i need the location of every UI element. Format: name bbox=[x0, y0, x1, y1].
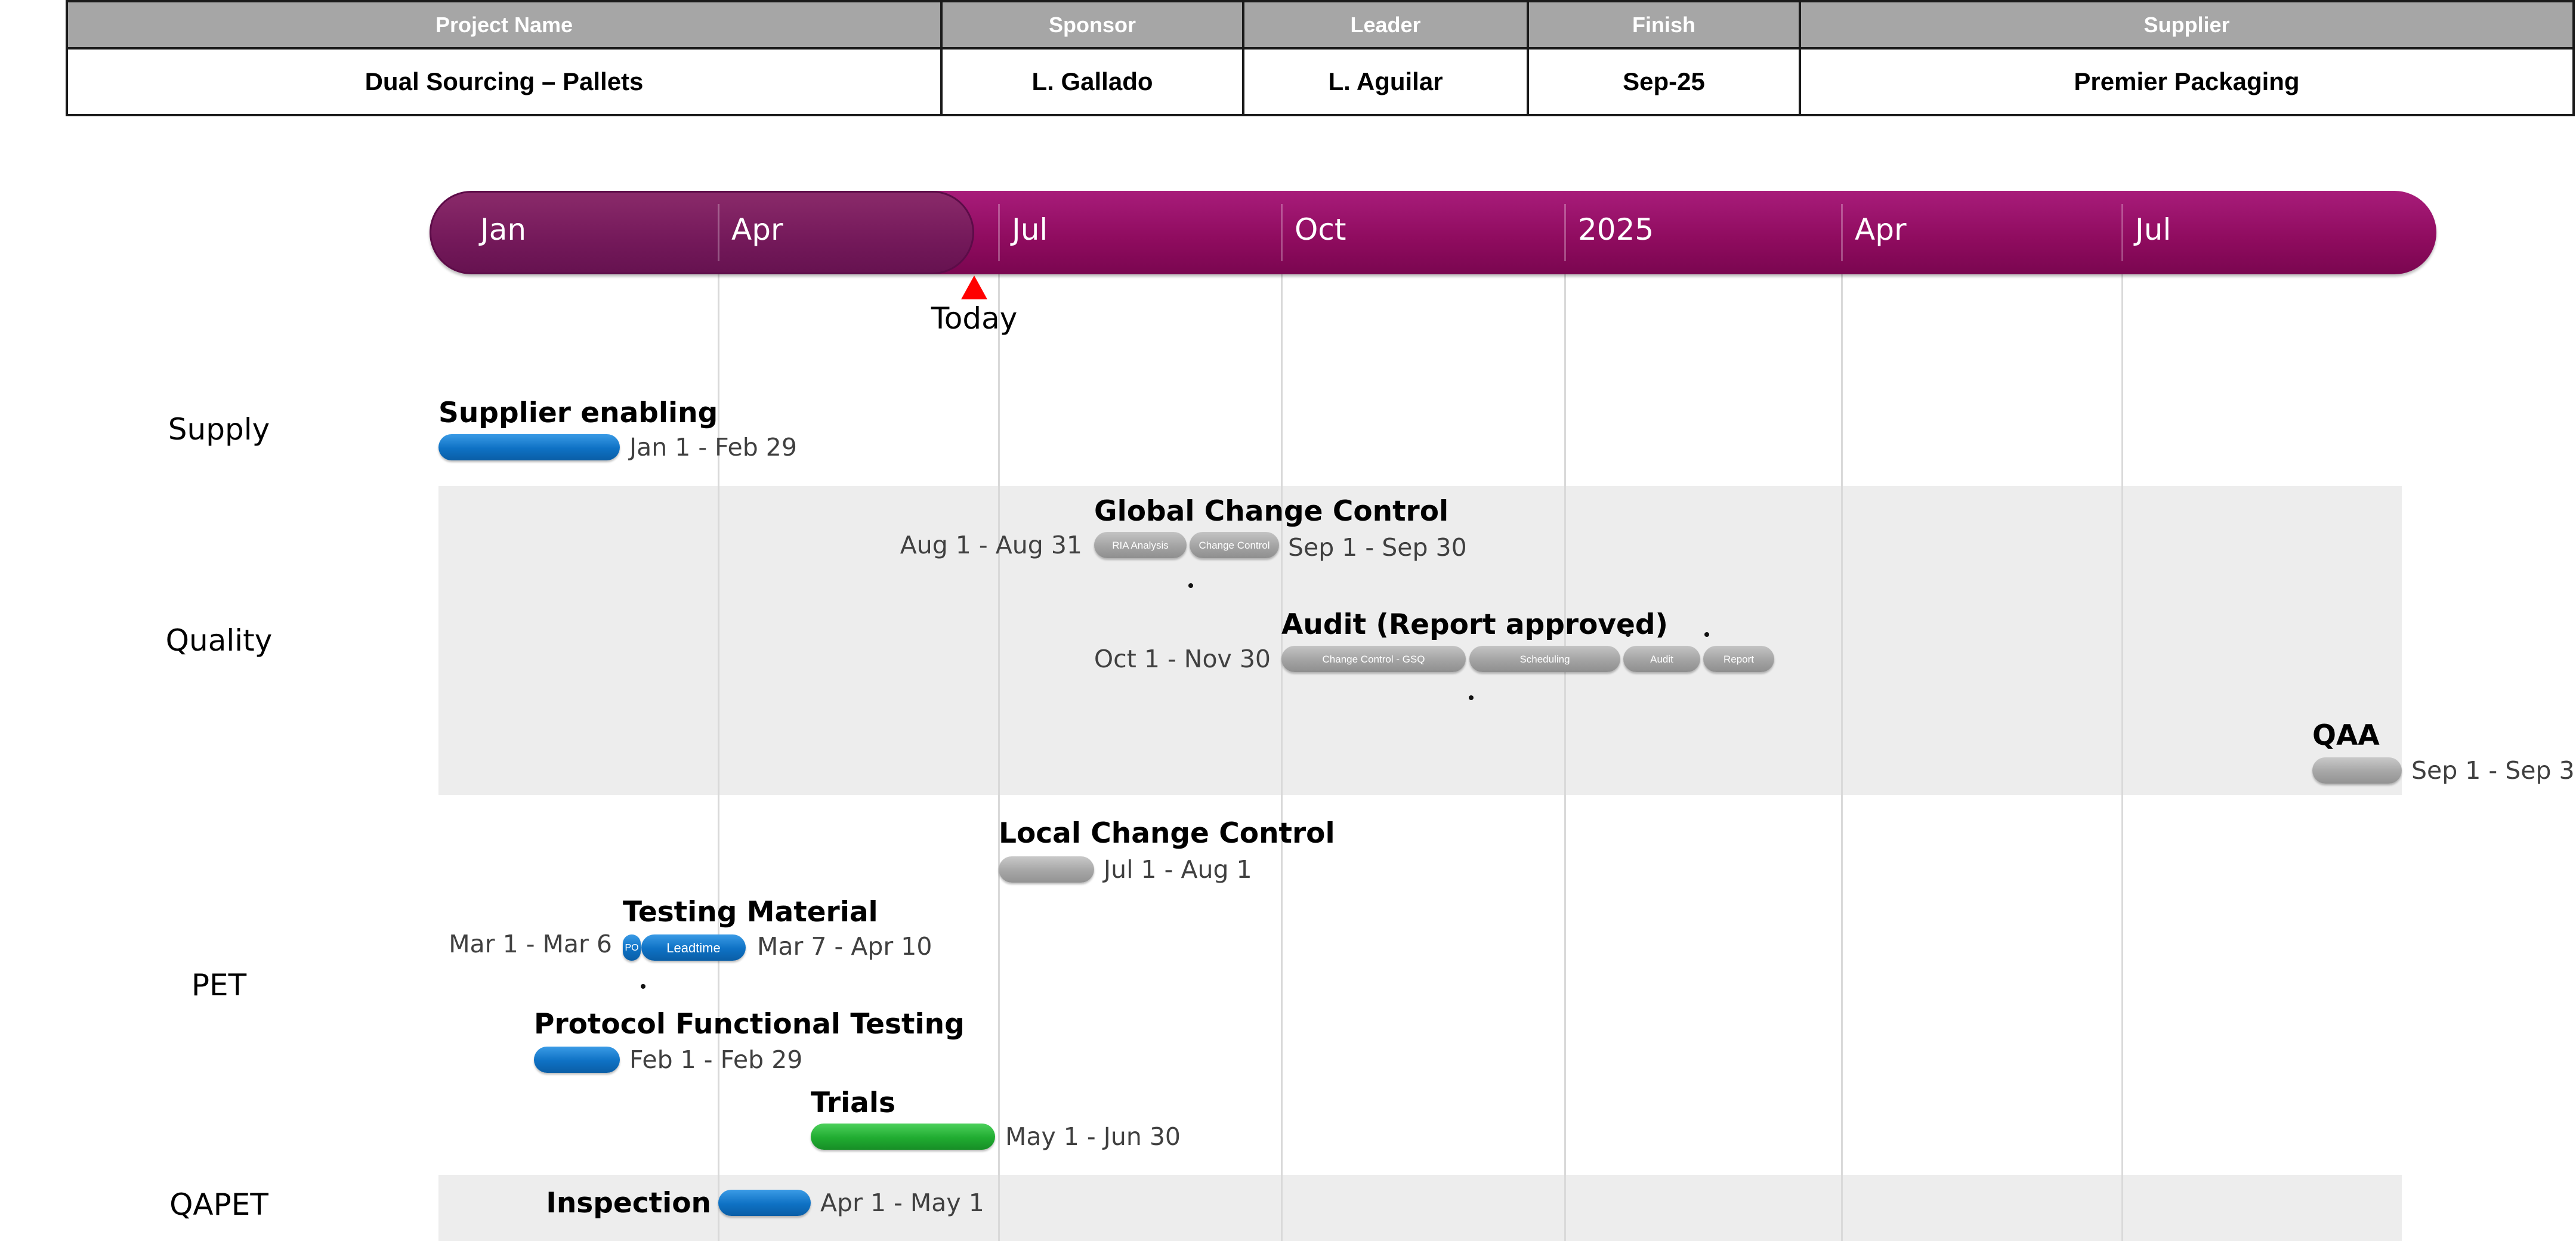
task-date-label: Apr 1 - May 1 bbox=[820, 1189, 984, 1217]
task-date-label: Feb 1 - Feb 29 bbox=[629, 1045, 803, 1074]
timescale-label: Oct bbox=[1295, 212, 1346, 247]
row-label-supply: Supply bbox=[168, 412, 270, 447]
value-leader: L. Aguilar bbox=[1242, 47, 1529, 116]
subtask-bar[interactable]: Audit bbox=[1623, 646, 1700, 672]
dependency-dot bbox=[1626, 632, 1630, 637]
task-date-label: Jul 1 - Aug 1 bbox=[1104, 855, 1252, 884]
gridline bbox=[1564, 262, 1566, 1241]
task-title: Local Change Control bbox=[999, 817, 1335, 850]
dependency-dot bbox=[1188, 583, 1193, 588]
row-label-quality: Quality bbox=[165, 623, 273, 658]
task-title: Testing Material bbox=[623, 896, 878, 929]
value-sponsor: L. Gallado bbox=[940, 47, 1244, 116]
task-date-label: May 1 - Jun 30 bbox=[1005, 1122, 1181, 1151]
task-bar[interactable] bbox=[811, 1124, 995, 1150]
task-bar[interactable] bbox=[438, 434, 620, 460]
timescale-separator bbox=[2121, 204, 2123, 261]
task-date-label: Sep 1 - Sep 30 bbox=[2411, 756, 2576, 785]
today-marker-icon bbox=[961, 276, 987, 299]
subtask-bar[interactable]: PO bbox=[623, 934, 641, 961]
header-leader: Leader bbox=[1242, 0, 1529, 49]
task-title: Inspection bbox=[546, 1187, 711, 1220]
task-date-label: Aug 1 - Aug 31 bbox=[900, 531, 1082, 559]
subtask-bar[interactable]: Report bbox=[1703, 646, 1774, 672]
project-info-table: Project Name Sponsor Leader Finish Suppl… bbox=[66, 0, 2575, 116]
value-finish: Sep-25 bbox=[1527, 47, 1801, 116]
task-title: QAA bbox=[2312, 719, 2380, 752]
timescale-label: 2025 bbox=[1578, 212, 1654, 247]
roadmap-canvas: Project Name Sponsor Leader Finish Suppl… bbox=[0, 0, 2576, 1241]
today-label: Today bbox=[931, 301, 1018, 336]
value-project-name: Dual Sourcing – Pallets bbox=[66, 47, 943, 116]
task-bar[interactable] bbox=[718, 1190, 811, 1216]
task-bar[interactable] bbox=[534, 1047, 620, 1073]
gridline bbox=[1841, 262, 1843, 1241]
gridline bbox=[998, 262, 1000, 1241]
task-title: Protocol Functional Testing bbox=[534, 1008, 965, 1041]
timescale-label: Jan bbox=[480, 212, 527, 247]
row-label-qapet: QAPET bbox=[169, 1187, 268, 1222]
dependency-dot bbox=[1469, 695, 1474, 700]
subtask-bar[interactable]: Change Control bbox=[1190, 532, 1279, 558]
header-finish: Finish bbox=[1527, 0, 1801, 49]
header-supplier: Supplier bbox=[1799, 0, 2575, 49]
gridline bbox=[718, 262, 719, 1241]
task-bar[interactable] bbox=[999, 856, 1094, 883]
header-project-name: Project Name bbox=[66, 0, 943, 49]
timescale-label: Jul bbox=[2135, 212, 2172, 247]
project-value-row: Dual Sourcing – Pallets L. Gallado L. Ag… bbox=[66, 47, 2575, 116]
subtask-bar[interactable]: Scheduling bbox=[1469, 646, 1620, 672]
project-header-row: Project Name Sponsor Leader Finish Suppl… bbox=[66, 0, 2575, 49]
task-date-label: Mar 7 - Apr 10 bbox=[757, 932, 932, 961]
timescale-bar: Jan Apr Jul Oct 2025 Apr Jul bbox=[430, 191, 2436, 274]
task-date-label: Sep 1 - Sep 30 bbox=[1288, 533, 1467, 562]
task-bar[interactable] bbox=[2312, 757, 2402, 784]
task-date-label: Jan 1 - Feb 29 bbox=[629, 433, 797, 462]
subtask-bar[interactable]: Leadtime bbox=[641, 934, 746, 961]
task-date-label: Oct 1 - Nov 30 bbox=[1094, 645, 1271, 673]
timescale-separator bbox=[998, 204, 1000, 261]
dependency-dot bbox=[1704, 632, 1709, 637]
task-title: Supplier enabling bbox=[438, 397, 718, 429]
value-supplier: Premier Packaging bbox=[1799, 47, 2575, 116]
timescale-label: Apr bbox=[1855, 212, 1907, 247]
timescale-separator bbox=[1564, 204, 1566, 261]
timescale-separator bbox=[1841, 204, 1843, 261]
gridline bbox=[2121, 262, 2123, 1241]
timescale-label: Jul bbox=[1012, 212, 1048, 247]
task-date-label: Mar 1 - Mar 6 bbox=[449, 930, 612, 958]
dependency-dot bbox=[641, 984, 645, 989]
timescale-label: Apr bbox=[731, 212, 783, 247]
header-sponsor: Sponsor bbox=[940, 0, 1244, 49]
timescale-separator bbox=[1281, 204, 1283, 261]
row-label-pet: PET bbox=[191, 968, 247, 1002]
timescale-separator bbox=[718, 204, 719, 261]
subtask-bar[interactable]: Change Control - GSQ bbox=[1281, 646, 1466, 672]
task-title: Audit (Report approved) bbox=[1281, 608, 1669, 641]
subtask-bar[interactable]: RIA Analysis bbox=[1094, 532, 1187, 558]
gridline bbox=[1281, 262, 1283, 1241]
task-title: Global Change Control bbox=[1094, 495, 1449, 528]
task-title: Trials bbox=[811, 1087, 895, 1119]
